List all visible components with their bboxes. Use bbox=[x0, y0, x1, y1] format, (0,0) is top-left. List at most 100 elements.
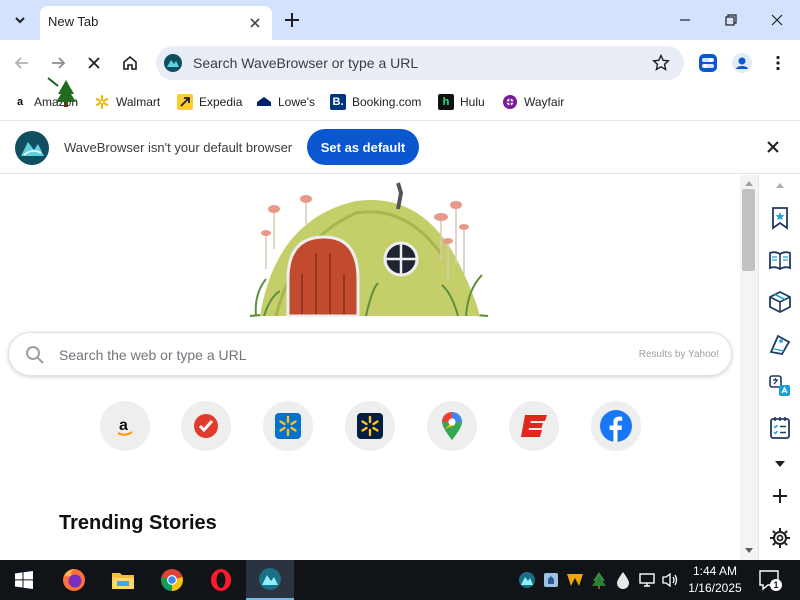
windows-start-icon bbox=[15, 571, 33, 589]
tab-title: New Tab bbox=[48, 14, 99, 29]
wayfair-icon bbox=[503, 95, 517, 109]
shortcut-google-maps[interactable] bbox=[427, 401, 477, 451]
chrome-icon bbox=[161, 569, 183, 591]
clock[interactable]: 1:44 AM 1/16/2025 bbox=[682, 563, 748, 597]
tray-network[interactable] bbox=[637, 570, 657, 590]
shortcut-walmart[interactable] bbox=[263, 401, 313, 451]
bookmark-lowes[interactable]: Lowe's bbox=[256, 92, 315, 112]
tab-new-tab[interactable]: New Tab bbox=[40, 6, 272, 40]
toolbar: Search WaveBrowser or type a URL bbox=[0, 40, 800, 86]
close-icon bbox=[88, 57, 100, 69]
bookmark-label: Booking.com bbox=[352, 95, 422, 109]
bookmarks-bar: a Amazon Walmart Expedia Lowe's B. Booki… bbox=[0, 77, 800, 118]
side-panel-settings[interactable] bbox=[767, 525, 793, 551]
tree-icon bbox=[592, 572, 606, 589]
more-vertical-icon bbox=[776, 55, 780, 71]
forward-button[interactable] bbox=[44, 49, 72, 77]
taskbar-opera[interactable] bbox=[197, 560, 245, 600]
side-panel-more[interactable] bbox=[767, 451, 793, 477]
settings-gear-icon bbox=[770, 528, 790, 548]
taskbar-file-explorer[interactable] bbox=[99, 560, 147, 600]
wavebrowser-icon bbox=[519, 572, 535, 588]
close-icon bbox=[771, 14, 783, 26]
tray-wavebrowser[interactable] bbox=[517, 570, 537, 590]
tray-tree-app[interactable] bbox=[589, 570, 609, 590]
tray-shield[interactable] bbox=[541, 570, 561, 590]
side-panel-translate[interactable] bbox=[767, 373, 793, 399]
book-icon bbox=[769, 251, 791, 271]
notification-center-button[interactable]: 1 bbox=[758, 568, 782, 592]
trending-stories-heading: Trending Stories bbox=[59, 512, 217, 534]
checklist-icon bbox=[770, 417, 790, 439]
shield-icon bbox=[544, 573, 558, 587]
taskbar-chrome[interactable] bbox=[148, 560, 196, 600]
side-panel-bookmarks[interactable] bbox=[767, 205, 793, 231]
close-icon[interactable] bbox=[246, 14, 264, 32]
tray-w-app[interactable] bbox=[565, 570, 585, 590]
chevron-down-icon bbox=[775, 461, 785, 467]
espn-icon bbox=[521, 415, 547, 437]
profile-button[interactable] bbox=[728, 49, 756, 77]
plus-icon[interactable] bbox=[282, 10, 302, 30]
page-scrollbar[interactable] bbox=[740, 175, 758, 560]
shortcut-walmart-dark[interactable] bbox=[345, 401, 395, 451]
amazon-icon: a bbox=[16, 96, 24, 108]
shortcut-espn[interactable] bbox=[509, 401, 559, 451]
booking-icon: B. bbox=[330, 94, 346, 110]
side-panel-tasks[interactable] bbox=[767, 415, 793, 441]
windows-taskbar: 1:44 AM 1/16/2025 1 bbox=[0, 560, 800, 600]
file-explorer-icon bbox=[112, 573, 134, 589]
taskbar-firefox[interactable] bbox=[50, 560, 98, 600]
bookmark-hulu[interactable]: h Hulu bbox=[438, 92, 485, 112]
hobbit-house-doodle[interactable] bbox=[246, 179, 492, 317]
close-icon[interactable] bbox=[764, 138, 782, 156]
search-icon bbox=[26, 346, 44, 364]
notification-count: 1 bbox=[770, 579, 782, 591]
main-menu-button[interactable] bbox=[764, 49, 792, 77]
wavebrowser-icon bbox=[259, 568, 281, 590]
shortcut-facebook[interactable] bbox=[591, 401, 641, 451]
stop-button[interactable] bbox=[80, 49, 108, 77]
home-icon bbox=[123, 55, 137, 70]
minimize-button[interactable] bbox=[662, 0, 708, 40]
restore-button[interactable] bbox=[708, 0, 754, 40]
shortcut-amazon[interactable]: a bbox=[100, 401, 150, 451]
star-icon[interactable] bbox=[652, 54, 670, 72]
bookmark-label: Lowe's bbox=[278, 95, 315, 109]
shortcut-todoist[interactable] bbox=[181, 401, 231, 451]
scroll-down-arrow[interactable] bbox=[745, 548, 753, 553]
extension-button[interactable] bbox=[694, 49, 722, 77]
side-panel-add[interactable] bbox=[767, 483, 793, 509]
clock-time: 1:44 AM bbox=[692, 564, 738, 578]
checkmark-icon bbox=[194, 414, 218, 438]
svg-text:a: a bbox=[119, 417, 128, 434]
translate-icon bbox=[769, 375, 790, 396]
walmart-icon bbox=[275, 413, 301, 439]
side-panel bbox=[758, 175, 800, 560]
bookmark-label: Hulu bbox=[460, 95, 485, 109]
tab-search-button[interactable] bbox=[6, 6, 34, 34]
address-bar[interactable]: Search WaveBrowser or type a URL bbox=[156, 46, 684, 80]
bookmark-wayfair[interactable]: Wayfair bbox=[502, 92, 564, 112]
set-as-default-button[interactable]: Set as default bbox=[307, 129, 419, 165]
start-button[interactable] bbox=[0, 560, 48, 600]
search-box[interactable]: Search the web or type a URL Results by … bbox=[8, 332, 732, 376]
w-app-icon bbox=[567, 574, 583, 586]
walmart-icon bbox=[357, 413, 383, 439]
address-bar-text: Search WaveBrowser or type a URL bbox=[193, 55, 419, 71]
close-window-button[interactable] bbox=[754, 0, 800, 40]
bookmark-expedia[interactable]: Expedia bbox=[177, 92, 242, 112]
back-button[interactable] bbox=[8, 49, 36, 77]
side-panel-reading-list[interactable] bbox=[767, 247, 793, 273]
side-panel-deals[interactable] bbox=[767, 331, 793, 357]
bookmark-booking[interactable]: B. Booking.com bbox=[330, 92, 421, 112]
scroll-up-arrow[interactable] bbox=[745, 181, 753, 186]
scrollbar-thumb[interactable] bbox=[742, 189, 755, 271]
tray-volume[interactable] bbox=[660, 570, 680, 590]
taskbar-wavebrowser[interactable] bbox=[246, 560, 294, 600]
tray-drop-app[interactable] bbox=[613, 570, 633, 590]
side-panel-package-tracker[interactable] bbox=[767, 289, 793, 315]
bookmark-walmart[interactable]: Walmart bbox=[94, 92, 160, 112]
home-button[interactable] bbox=[116, 49, 144, 77]
side-panel-scroll-up[interactable] bbox=[767, 177, 793, 193]
